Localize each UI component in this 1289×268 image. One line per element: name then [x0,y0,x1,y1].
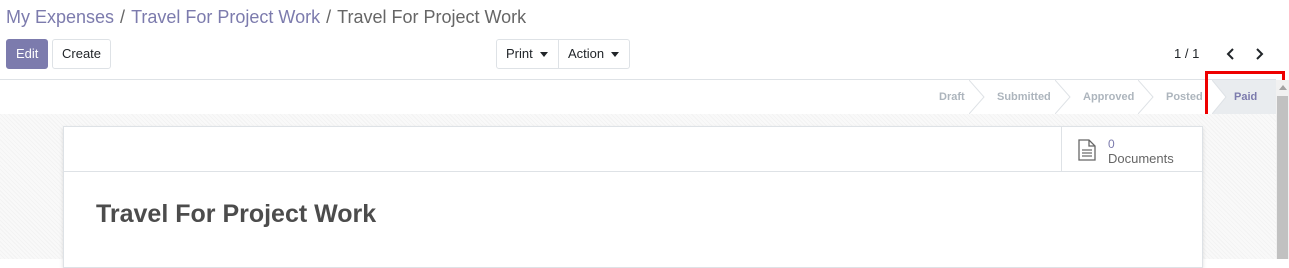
button-box: 0 Documents [64,127,1202,172]
breadcrumb-current: Travel For Project Work [337,7,527,27]
pager-value[interactable]: 1 / 1 [1174,46,1199,61]
status-bar: Draft Submitted Approved Posted Paid [0,79,1276,115]
caret-down-icon [611,52,620,58]
print-dropdown[interactable]: Print [496,39,559,69]
pager-next-button[interactable] [1252,46,1266,62]
breadcrumb-separator: / [120,7,126,27]
breadcrumb-my-expenses[interactable]: My Expenses [6,7,114,27]
documents-label: Documents [1108,151,1174,166]
stage-separator [1055,80,1071,114]
stage-submitted[interactable]: Submitted [997,80,1051,114]
breadcrumb-travel-for-project-work[interactable]: Travel For Project Work [131,7,320,27]
scroll-up-icon[interactable] [1279,85,1287,90]
chevron-left-icon [1226,48,1234,60]
stage-draft[interactable]: Draft [939,80,965,114]
documents-button[interactable]: 0 Documents [1061,127,1203,171]
breadcrumb: My Expenses / Travel For Project Work / Trav… [6,6,526,28]
action-label: Action [568,46,605,61]
vertical-scrollbar[interactable] [1276,80,1289,259]
form-sheet: 0 Documents Travel For Project Work [63,126,1203,268]
breadcrumb-separator: / [326,7,332,27]
action-dropdown[interactable]: Action [559,39,630,69]
caret-down-icon [539,52,548,58]
stage-separator [969,80,985,114]
documents-count: 0 [1108,137,1115,151]
print-label: Print [506,46,533,61]
chevron-right-icon [1256,48,1264,60]
pager-previous-button[interactable] [1224,46,1238,62]
edit-button[interactable]: Edit [6,39,49,69]
record-title: Travel For Project Work [96,200,377,228]
stage-posted[interactable]: Posted [1166,80,1203,114]
create-button[interactable]: Create [52,39,112,69]
document-icon [1078,139,1096,161]
scrollbar-thumb[interactable] [1277,96,1288,259]
highlight-box [1205,71,1285,119]
stage-separator [1138,80,1154,114]
stage-approved[interactable]: Approved [1083,80,1134,114]
